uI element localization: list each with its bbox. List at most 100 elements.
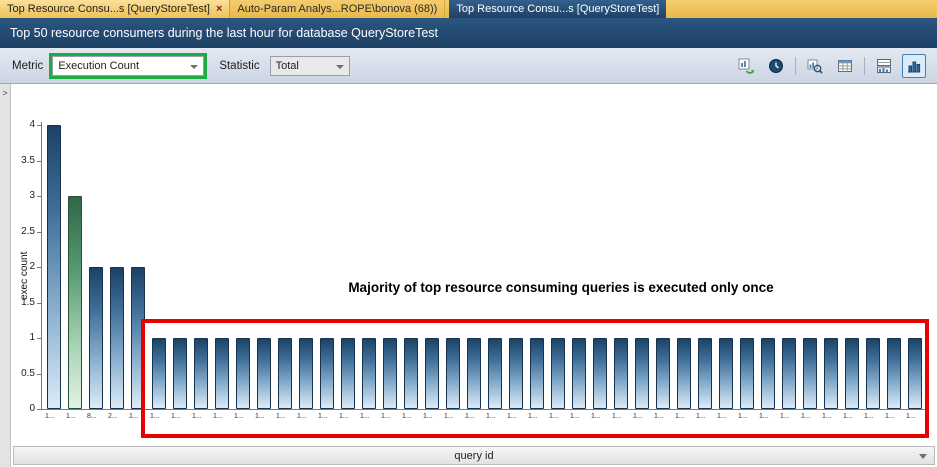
tab-top-resource-consumers-2[interactable]: Top Resource Consu...s [QueryStoreTest] — [449, 0, 666, 18]
grid-plan-view-button[interactable] — [872, 54, 896, 78]
x-axis-tick-label: 1... — [864, 413, 884, 420]
query-bar-24[interactable] — [551, 338, 565, 409]
query-bar-36[interactable] — [803, 338, 817, 409]
y-axis-tick-mark — [37, 232, 41, 233]
y-axis-tick-label: 1.5 — [13, 297, 35, 308]
y-axis-tick-mark — [37, 161, 41, 162]
x-axis-tick-label: 1... — [276, 413, 296, 420]
query-bar-37[interactable] — [824, 338, 838, 409]
query-bar-38[interactable] — [845, 338, 859, 409]
query-bar-4[interactable] — [131, 267, 145, 409]
query-bar-33[interactable] — [740, 338, 754, 409]
query-bar-39[interactable] — [866, 338, 880, 409]
expand-panel-icon[interactable]: > — [2, 88, 7, 98]
query-bar-3[interactable] — [110, 267, 124, 409]
query-bar-0[interactable] — [47, 125, 61, 409]
x-axis-tick-label: 1... — [402, 413, 422, 420]
y-axis-tick-mark — [37, 196, 41, 197]
tab-top-resource-consumers-1[interactable]: Top Resource Consu...s [QueryStoreTest] … — [0, 0, 230, 18]
x-axis-tick-label: 1... — [507, 413, 527, 420]
y-axis-tick-label: 0.5 — [13, 368, 35, 379]
statistic-dropdown-value: Total — [276, 60, 315, 72]
query-bar-2[interactable] — [89, 267, 103, 409]
x-axis-tick-label: 1... — [822, 413, 842, 420]
query-bar-14[interactable] — [341, 338, 355, 409]
chart-view-button[interactable] — [902, 54, 926, 78]
x-axis-tick-label: 1... — [339, 413, 359, 420]
query-bar-31[interactable] — [698, 338, 712, 409]
grid-view-icon — [837, 58, 853, 74]
query-bar-26[interactable] — [593, 338, 607, 409]
y-axis-tick-label: 1 — [13, 332, 35, 343]
query-bar-20[interactable] — [467, 338, 481, 409]
document-tab-bar: Top Resource Consu...s [QueryStoreTest] … — [0, 0, 937, 18]
x-axis-tick-label: 1... — [381, 413, 401, 420]
x-axis-tick-label: 2... — [108, 413, 128, 420]
query-bar-11[interactable] — [278, 338, 292, 409]
query-bar-40[interactable] — [887, 338, 901, 409]
y-axis-tick-mark — [37, 267, 41, 268]
x-axis-tick-label: 1... — [45, 413, 65, 420]
tab-auto-param-analysis[interactable]: Auto-Param Analys...ROPE\bonova (68)) — [230, 0, 445, 18]
chevron-down-icon — [190, 65, 198, 69]
toolbar-separator — [795, 57, 796, 75]
collapsed-side-panel[interactable]: > — [0, 84, 11, 467]
y-axis-tick-mark — [37, 409, 41, 410]
refresh-button[interactable] — [734, 54, 758, 78]
query-bar-25[interactable] — [572, 338, 586, 409]
query-bar-35[interactable] — [782, 338, 796, 409]
x-axis-tick-label: 1... — [213, 413, 233, 420]
x-axis-tick-label: 1... — [192, 413, 212, 420]
x-axis-tick-label: 1... — [759, 413, 779, 420]
query-bar-30[interactable] — [677, 338, 691, 409]
query-bar-10[interactable] — [257, 338, 271, 409]
view-plan-button[interactable] — [803, 54, 827, 78]
track-query-button[interactable] — [764, 54, 788, 78]
x-axis-tick-label: 1... — [234, 413, 254, 420]
chevron-down-icon — [919, 454, 927, 459]
x-axis-tick-label: 1... — [150, 413, 170, 420]
x-axis-tick-label: 1... — [654, 413, 674, 420]
query-bar-8[interactable] — [215, 338, 229, 409]
query-bar-23[interactable] — [530, 338, 544, 409]
metric-label: Metric — [12, 60, 43, 72]
query-bar-12[interactable] — [299, 338, 313, 409]
y-axis-tick-mark — [37, 125, 41, 126]
tab-label: Auto-Param Analys...ROPE\bonova (68)) — [237, 3, 437, 15]
query-bar-32[interactable] — [719, 338, 733, 409]
query-bar-21[interactable] — [488, 338, 502, 409]
query-bar-6[interactable] — [173, 338, 187, 409]
chevron-down-icon — [336, 65, 344, 69]
query-bar-1[interactable] — [68, 196, 82, 409]
query-bar-5[interactable] — [152, 338, 166, 409]
query-bar-13[interactable] — [320, 338, 334, 409]
query-bar-22[interactable] — [509, 338, 523, 409]
statistic-dropdown[interactable]: Total — [270, 56, 350, 76]
x-axis-tick-label: 1... — [570, 413, 590, 420]
query-bar-9[interactable] — [236, 338, 250, 409]
grid-view-button[interactable] — [833, 54, 857, 78]
query-bar-17[interactable] — [404, 338, 418, 409]
x-axis-tick-label: 1... — [549, 413, 569, 420]
query-bar-18[interactable] — [425, 338, 439, 409]
metric-dropdown[interactable]: Execution Count — [52, 56, 204, 76]
y-axis-tick-label: 0 — [13, 403, 35, 414]
query-bar-15[interactable] — [362, 338, 376, 409]
query-bar-34[interactable] — [761, 338, 775, 409]
query-bar-28[interactable] — [635, 338, 649, 409]
close-icon[interactable]: × — [216, 3, 222, 15]
query-bar-29[interactable] — [656, 338, 670, 409]
query-bar-27[interactable] — [614, 338, 628, 409]
query-bar-7[interactable] — [194, 338, 208, 409]
query-bar-19[interactable] — [446, 338, 460, 409]
query-bar-41[interactable] — [908, 338, 922, 409]
x-axis-title: query id — [454, 450, 493, 462]
x-axis-tick-label: 1... — [675, 413, 695, 420]
x-axis-tick-label: 1... — [465, 413, 485, 420]
y-axis-tick-label: 3.5 — [13, 155, 35, 166]
query-bar-16[interactable] — [383, 338, 397, 409]
refresh-icon — [738, 58, 754, 74]
plot-area: 1...1...8...2...1...1...1...1...1...1...… — [11, 84, 937, 467]
x-axis-tick-label: 1... — [486, 413, 506, 420]
x-axis-selector-bar[interactable]: query id — [13, 446, 935, 465]
